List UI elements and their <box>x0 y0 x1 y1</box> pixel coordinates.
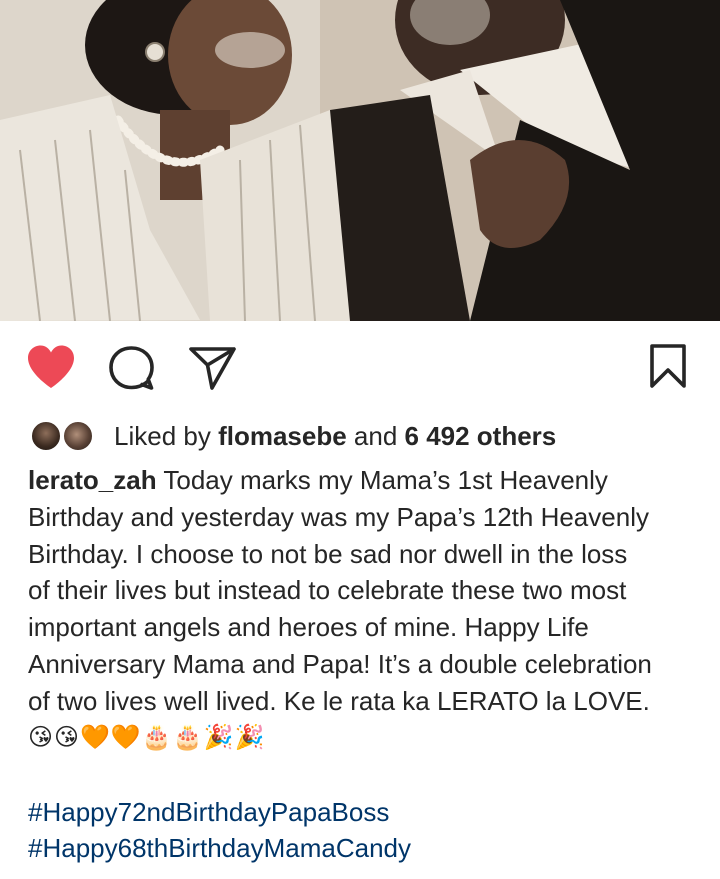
caption-emojis: 😘😘🧡🧡🎂🎂🎉🎉 <box>28 723 266 751</box>
comment-icon <box>109 346 154 390</box>
save-button[interactable] <box>648 343 688 389</box>
likes-text: Liked by flomasebe and 6 492 others <box>114 421 556 452</box>
comment-button[interactable] <box>108 345 156 391</box>
heart-icon <box>28 345 74 388</box>
avatar <box>62 420 94 452</box>
bookmark-icon <box>650 344 686 388</box>
caption-text: Today marks my Mama’s 1st Heavenly <box>156 465 608 495</box>
caption-line: of two lives well lived. Ke le rata ka L… <box>28 685 650 716</box>
avatar <box>30 420 62 452</box>
caption-line: Anniversary Mama and Papa! It’s a double… <box>28 648 652 679</box>
liker-avatars <box>30 418 100 454</box>
like-button[interactable] <box>26 344 76 390</box>
share-button[interactable] <box>188 345 238 391</box>
caption-line: Birthday and yesterday was my Papa’s 12t… <box>28 501 649 532</box>
hashtag-link[interactable]: #Happy68thBirthdayMamaCandy <box>28 830 698 867</box>
liked-prefix: Liked by <box>114 420 219 451</box>
liked-user-link[interactable]: flomasebe <box>218 421 347 451</box>
likes-summary[interactable]: Liked by flomasebe and 6 492 others <box>30 418 556 454</box>
liked-and: and <box>346 420 405 451</box>
caption-username[interactable]: lerato_zah <box>28 465 157 495</box>
post-action-bar <box>0 321 720 411</box>
caption-line: important angels and heroes of mine. Hap… <box>28 612 589 643</box>
hashtag-link[interactable]: #Happy72ndBirthdayPapaBoss <box>28 794 698 831</box>
post-caption: lerato_zah Today marks my Mama’s 1st Hea… <box>28 462 698 867</box>
photo-illustration <box>0 0 720 321</box>
caption-line: lerato_zah Today marks my Mama’s 1st Hea… <box>28 462 698 499</box>
liked-others-link[interactable]: 6 492 others <box>405 421 557 451</box>
post-photo[interactable] <box>0 0 720 321</box>
caption-line: Birthday. I choose to not be sad nor dwe… <box>28 538 628 569</box>
share-icon <box>189 347 236 390</box>
caption-line: of their lives but instead to celebrate … <box>28 575 627 606</box>
